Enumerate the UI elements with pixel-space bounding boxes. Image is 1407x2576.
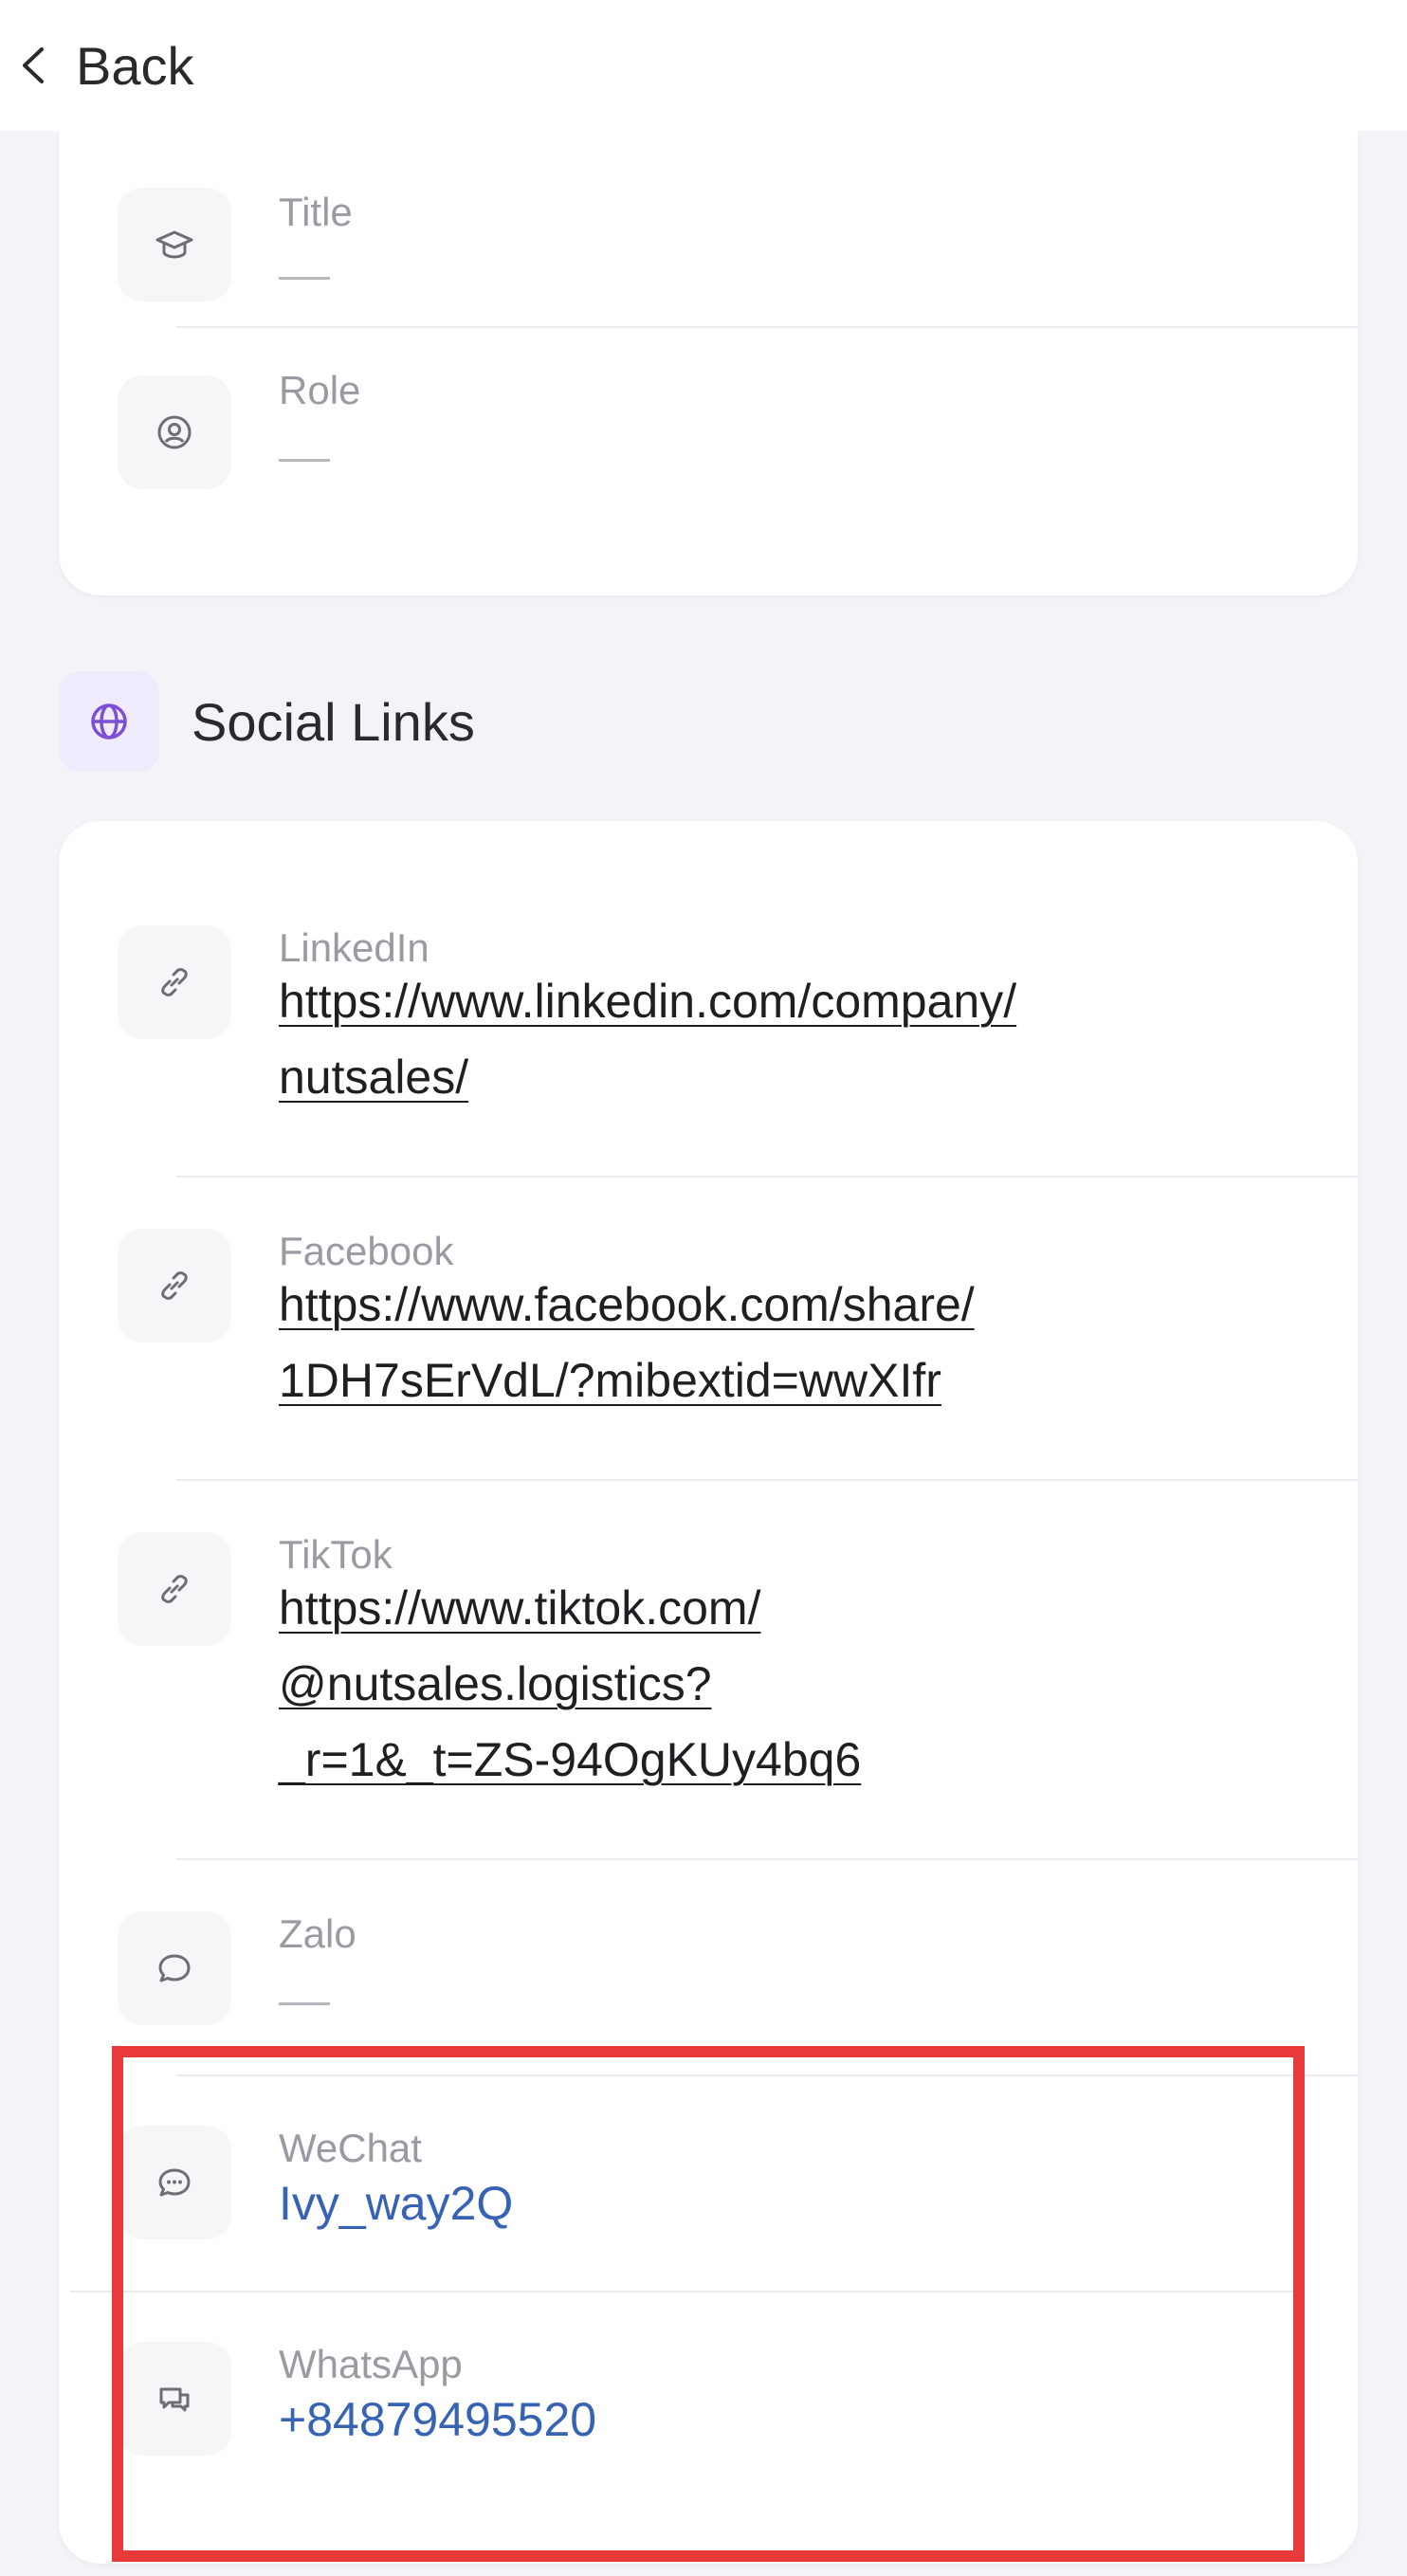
- user-circle-icon: [118, 375, 231, 489]
- role-empty-value: [279, 459, 330, 462]
- divider: [176, 1858, 1358, 1860]
- role-label: Role: [279, 368, 361, 412]
- whatsapp-label: WhatsApp: [279, 2342, 463, 2386]
- chevron-left-icon: [23, 47, 44, 83]
- divider: [176, 326, 1358, 328]
- zalo-row: Zalo: [59, 1911, 1299, 2063]
- linkedin-link[interactable]: https://www.linkedin.com/company/ nutsal…: [279, 963, 1227, 1115]
- facebook-link[interactable]: https://www.facebook.com/share/ 1DH7sErV…: [279, 1267, 1227, 1418]
- back-button[interactable]: Back: [17, 27, 194, 103]
- whatsapp-icon: [118, 2342, 231, 2456]
- facebook-row: Facebook https://www.facebook.com/share/…: [59, 1229, 1299, 1475]
- top-bar: Back: [0, 0, 1407, 131]
- whatsapp-row: WhatsApp +84879495520: [59, 2342, 1299, 2494]
- role-row: Role: [59, 368, 1299, 539]
- title-label: Title: [279, 190, 353, 234]
- wechat-value[interactable]: Ivy_way2Q: [279, 2165, 1227, 2241]
- zalo-label: Zalo: [279, 1911, 356, 1956]
- title-empty-value: [279, 277, 330, 280]
- tiktok-link[interactable]: https://www.tiktok.com/ @nutsales.logist…: [279, 1570, 1227, 1798]
- link-icon: [118, 1229, 231, 1343]
- wechat-icon: [118, 2126, 231, 2239]
- chat-bubble-icon: [118, 1911, 231, 2025]
- back-label: Back: [76, 35, 194, 96]
- wechat-row: WeChat Ivy_way2Q: [59, 2126, 1299, 2277]
- social-links-card: LinkedIn https://www.linkedin.com/compan…: [59, 821, 1358, 2564]
- link-icon: [118, 1532, 231, 1646]
- profile-details-card: Title Role: [59, 131, 1358, 595]
- wechat-label: WeChat: [279, 2126, 422, 2170]
- link-icon: [118, 925, 231, 1039]
- social-links-header: Social Links: [59, 669, 475, 774]
- graduation-cap-icon: [118, 188, 231, 301]
- section-title: Social Links: [192, 691, 475, 752]
- linkedin-row: LinkedIn https://www.linkedin.com/compan…: [59, 925, 1299, 1172]
- divider: [176, 1176, 1358, 1178]
- tiktok-row: TikTok https://www.tiktok.com/ @nutsales…: [59, 1532, 1299, 1854]
- divider: [70, 2291, 1305, 2293]
- zalo-empty-value: [279, 2002, 330, 2005]
- divider: [176, 2074, 1358, 2076]
- divider: [176, 1479, 1358, 1481]
- globe-icon: [59, 671, 159, 772]
- title-row: Title: [59, 159, 1299, 330]
- whatsapp-value[interactable]: +84879495520: [279, 2382, 1227, 2457]
